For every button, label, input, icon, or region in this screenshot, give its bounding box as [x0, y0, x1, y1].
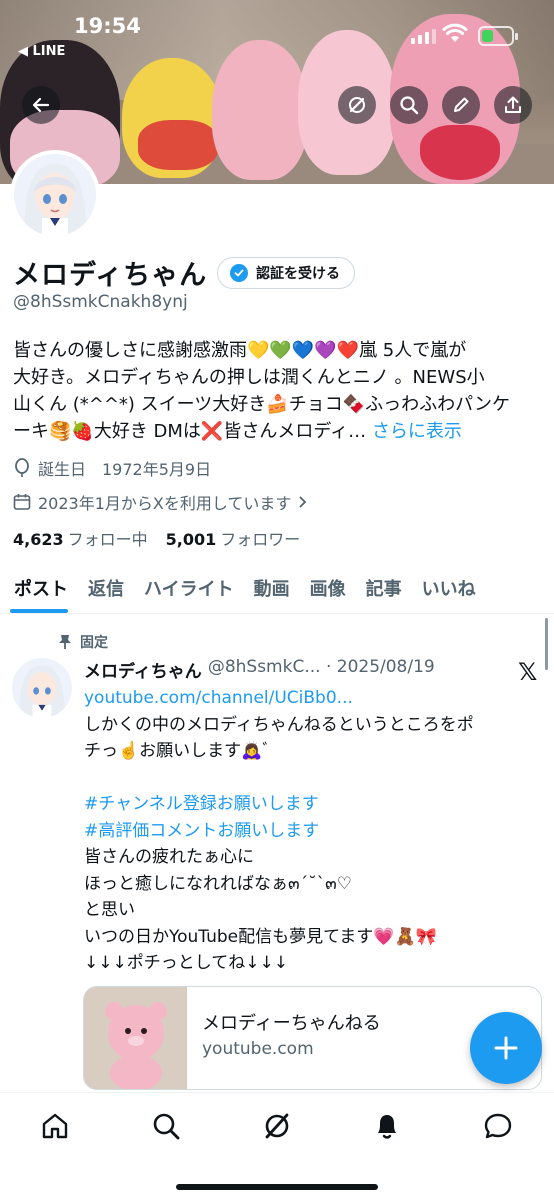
follow-counts: 4,623 フォロー中 5,001 フォロワー: [13, 526, 300, 550]
plush-pooh-shirt: [138, 120, 218, 170]
profile-name: メロディちゃん: [13, 260, 208, 291]
hashtag-link[interactable]: #チャンネル登録お願いします: [84, 791, 534, 818]
following-count: 4,623: [13, 530, 64, 549]
chevron-right-icon: [299, 496, 307, 508]
pin-icon: [59, 635, 71, 649]
following-label: フォロー中: [67, 530, 148, 549]
card-thumbnail: [84, 987, 187, 1089]
bio-line: 大好き。メロディちゃんの押しは潤くんとニノ 。NEWS小: [13, 367, 485, 388]
tweet-header: メロディちゃん @8hSsmkC... · 2025/08/19: [84, 657, 435, 682]
back-to-line-link[interactable]: ◀ LINE: [18, 44, 65, 59]
show-more-link[interactable]: さらに表示: [372, 421, 462, 442]
pencil-icon: [454, 97, 469, 112]
nav-search[interactable]: [149, 1109, 183, 1143]
card-title: メロディーちゃんねる: [202, 1013, 381, 1034]
profile-handle: @8hSsmkCnakh8ynj: [13, 292, 188, 312]
chat-bubble-icon: [484, 1113, 512, 1139]
pinned-label: 固定: [80, 635, 108, 651]
profile-avatar[interactable]: [10, 150, 100, 240]
pinned-indicator: 固定: [58, 632, 108, 652]
tab-likes[interactable]: いいね: [412, 566, 486, 613]
x-logo-icon: 𝕏: [518, 658, 538, 686]
search-icon: [400, 96, 419, 115]
arrow-left-icon: [32, 97, 50, 113]
profile-bio: 皆さんの優しさに感謝感激雨💛💚💙💜❤️嵐 5人で嵐が 大好き。メロディちゃんの押…: [13, 337, 547, 445]
tweet-line: チっ☝️お願いします🙇‍♀️ﾞ: [84, 741, 271, 761]
tweet-link[interactable]: youtube.com/channel/UCiBb0...: [84, 685, 534, 712]
tweet-text: youtube.com/channel/UCiBb0... しかくの中のメロディ…: [84, 685, 534, 977]
plush-pink-bear-1: [212, 40, 308, 180]
share-button[interactable]: [494, 86, 532, 124]
followers-count: 5,001: [165, 530, 217, 549]
tweet-avatar[interactable]: [12, 658, 72, 718]
tweet-line: 皆さんの疲れたぁ心に: [84, 847, 254, 867]
tab-highlights[interactable]: ハイライト: [134, 566, 244, 613]
tweet-handle-date: @8hSsmkC... · 2025/08/19: [207, 657, 435, 677]
home-icon: [42, 1113, 68, 1139]
tweet-line: しかくの中のメロディちゃんねるというところをポ: [84, 714, 474, 735]
bio-line: 皆さんの優しさに感謝感激雨💛💚💙💜❤️嵐 5人で嵐が: [13, 340, 467, 361]
card-domain: youtube.com: [202, 1039, 314, 1059]
birthday-text: 誕生日 1972年5月9日: [38, 460, 212, 479]
grok-button[interactable]: [338, 86, 376, 124]
following-link[interactable]: 4,623 フォロー中: [13, 526, 148, 550]
pink-bear-thumbnail-image: [84, 987, 187, 1089]
profile-tabs: ポスト 返信 ハイライト 動画 画像 記事 いいね: [0, 566, 554, 614]
tweet-line: いつの日かYouTube配信も夢見てます💗🧸🎀: [84, 926, 437, 947]
wifi-icon: [442, 23, 468, 42]
joined-row[interactable]: 2023年1月からXを利用しています: [13, 490, 308, 514]
balloon-icon: [15, 458, 29, 477]
plush-heart: [420, 125, 500, 180]
bio-line: ーキ🥞🍓大好き DMは❌皆さんメロディ…: [13, 421, 367, 442]
tab-articles[interactable]: 記事: [356, 566, 412, 613]
search-icon: [153, 1113, 180, 1140]
bio-line: 山くん (*^^*) スイーツ大好き🍰チョコ🍫ふっわふわパンケ: [13, 394, 511, 415]
status-bar: 19:54 ◀ LINE: [0, 0, 554, 60]
battery-icon: [478, 26, 518, 46]
compose-button[interactable]: [470, 1012, 542, 1084]
scrollbar[interactable]: [545, 618, 548, 670]
home-indicator: [176, 1184, 378, 1190]
birthday-row: 誕生日 1972年5月9日: [13, 456, 211, 480]
search-button[interactable]: [390, 86, 428, 124]
tab-photos[interactable]: 画像: [300, 566, 356, 613]
anime-girl-avatar-image: [14, 154, 96, 236]
calendar-icon: [13, 494, 31, 510]
tab-posts[interactable]: ポスト: [0, 566, 78, 613]
verified-badge-icon: [230, 264, 248, 282]
followers-link[interactable]: 5,001 フォロワー: [166, 526, 301, 550]
tweet-line: ↓↓↓ポチっとしてね↓↓↓: [84, 953, 288, 973]
grok-icon: [265, 1113, 289, 1139]
plus-icon: [494, 1036, 518, 1060]
bell-icon: [378, 1115, 396, 1139]
get-verified-label: 認証を受ける: [256, 266, 340, 282]
status-time: 19:54: [74, 14, 141, 38]
profile-banner[interactable]: 19:54 ◀ LINE: [0, 0, 554, 184]
grok-icon: [349, 97, 365, 113]
tab-videos[interactable]: 動画: [244, 566, 300, 613]
tweet-author-name[interactable]: メロディちゃん: [84, 657, 202, 682]
nav-home[interactable]: [38, 1109, 72, 1143]
nav-notifications[interactable]: [370, 1109, 404, 1143]
anime-girl-avatar-image: [12, 658, 72, 718]
share-icon: [505, 96, 521, 113]
tab-replies[interactable]: 返信: [78, 566, 134, 613]
followers-label: フォロワー: [220, 530, 301, 549]
get-verified-button[interactable]: 認証を受ける: [217, 257, 355, 289]
hashtag-link[interactable]: #高評価コメントお願いします: [84, 818, 534, 845]
tweet-line: と思い: [84, 900, 135, 920]
back-button[interactable]: [22, 86, 60, 124]
nav-messages[interactable]: [481, 1109, 515, 1143]
nav-grok[interactable]: [260, 1109, 294, 1143]
joined-text: 2023年1月からXを利用しています: [38, 494, 292, 513]
tweet-line: ほっと癒しになれればなぁ๓´˘`๓♡: [84, 873, 352, 894]
edit-button[interactable]: [442, 86, 480, 124]
cellular-signal-icon: [411, 28, 436, 44]
